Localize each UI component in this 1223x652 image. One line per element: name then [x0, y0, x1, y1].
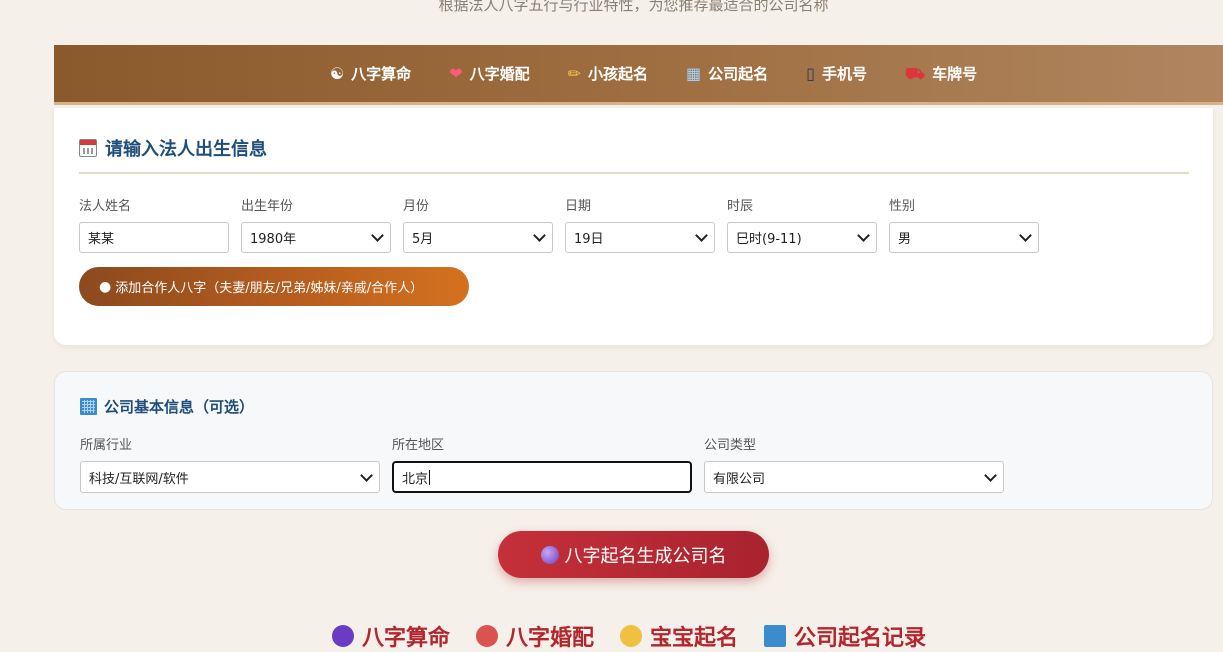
crystal-ball-icon [332, 625, 354, 647]
name-label: 法人姓名 [79, 199, 132, 214]
hour-label: 时辰 [727, 199, 754, 214]
phone-icon: ▯ [806, 63, 815, 83]
company-info-title: 公司基本信息（可选） [80, 396, 254, 417]
birth-info-title-text: 请输入法人出生信息 [105, 139, 267, 160]
hour-select[interactable]: 巳时(9-11) [727, 222, 877, 253]
bottom-nav-label: 八字算命 [362, 626, 451, 651]
page-subtitle: 根据法人八字五行与行业特性，为您推荐最适合的公司名称 [438, 0, 829, 14]
birth-info-card: 请输入法人出生信息 法人姓名 某某 出生年份 1980年 月份 5月 日期 19… [54, 108, 1213, 345]
company-info-card: 公司基本信息（可选） 所属行业 科技/互联网/软件 所在地区 北京 公司类型 有… [54, 371, 1213, 510]
bottom-nav-label: 宝宝起名 [650, 626, 739, 651]
chevron-down-icon [360, 468, 373, 482]
company-type-field: 公司类型 有限公司 [704, 434, 1004, 493]
gender-label: 性别 [889, 199, 916, 214]
region-field: 所在地区 北京 [392, 434, 692, 493]
building-icon [80, 398, 97, 415]
industry-select[interactable]: 科技/互联网/软件 [80, 461, 380, 493]
bottom-nav: 八字算命 八字婚配 宝宝起名 公司起名记录 [332, 620, 926, 652]
chevron-down-icon [695, 229, 708, 242]
nav-item-phone-number[interactable]: ▯ 手机号 [806, 63, 867, 84]
day-label: 日期 [565, 199, 592, 214]
month-select[interactable]: 5月 [403, 222, 553, 253]
calendar-icon [79, 139, 97, 157]
region-label: 所在地区 [392, 438, 445, 453]
text-caret [429, 469, 431, 485]
nav-label: 手机号 [821, 65, 867, 83]
nav-item-license-plate[interactable]: ⛟ 车牌号 [905, 63, 977, 84]
day-field: 日期 19日 [565, 195, 715, 253]
divider [79, 172, 1189, 174]
day-select[interactable]: 19日 [565, 222, 715, 253]
bottom-nav-baby-naming[interactable]: 宝宝起名 [620, 620, 738, 652]
company-info-title-text: 公司基本信息（可选） [104, 398, 255, 416]
company-type-select[interactable]: 有限公司 [704, 461, 1004, 493]
bottom-nav-label: 八字婚配 [506, 626, 595, 651]
nav-item-bazi-marriage[interactable]: ❤ 八字婚配 [449, 63, 529, 84]
add-partner-button[interactable]: ● 添加合作人八字（夫妻/朋友/兄弟/姊妹/亲戚/合作人） [79, 267, 469, 306]
nav-label: 八字婚配 [469, 65, 530, 83]
gender-select[interactable]: 男 [889, 222, 1039, 253]
chevron-down-icon [857, 229, 870, 242]
pencil-icon: ✏ [567, 63, 582, 83]
year-label: 出生年份 [241, 199, 294, 214]
region-input[interactable]: 北京 [392, 461, 692, 493]
chevron-down-icon [984, 468, 997, 482]
baby-icon [620, 625, 643, 647]
name-field: 法人姓名 某某 [79, 195, 229, 253]
add-partner-label: 添加合作人八字（夫妻/朋友/兄弟/姊妹/亲戚/合作人） [115, 281, 424, 296]
nav-item-child-naming[interactable]: ✏ 小孩起名 [568, 63, 648, 84]
nav-label: 八字算命 [351, 65, 412, 83]
birth-info-title: 请输入法人出生信息 [79, 135, 267, 161]
heart-icon: ❤ [449, 63, 463, 83]
chevron-down-icon [371, 229, 384, 242]
month-field: 月份 5月 [403, 195, 553, 253]
nav-label: 车牌号 [932, 65, 978, 83]
company-type-label: 公司类型 [704, 438, 757, 453]
bottom-nav-bazi-marriage[interactable]: 八字婚配 [476, 620, 594, 652]
industry-field: 所属行业 科技/互联网/软件 [80, 434, 380, 493]
industry-label: 所属行业 [80, 438, 133, 453]
hour-field: 时辰 巳时(9-11) [727, 195, 877, 253]
crystal-ball-icon [540, 545, 559, 564]
nav-item-bazi-fortune[interactable]: ☯ 八字算命 [330, 63, 411, 84]
bottom-nav-company-records[interactable]: 公司起名记录 [764, 620, 926, 652]
gender-field: 性别 男 [889, 195, 1039, 253]
building-icon [764, 625, 787, 647]
chevron-down-icon [1019, 229, 1032, 242]
couple-icon [476, 625, 499, 647]
year-field: 出生年份 1980年 [241, 195, 391, 253]
bottom-nav-label: 公司起名记录 [794, 626, 927, 651]
people-icon: ● [99, 278, 112, 295]
generate-label: 八字起名生成公司名 [564, 545, 727, 567]
month-label: 月份 [403, 199, 430, 214]
building-icon: ▦ [686, 63, 702, 83]
bottom-nav-bazi-fortune[interactable]: 八字算命 [332, 620, 450, 652]
yin-yang-icon: ☯ [329, 63, 345, 83]
car-icon: ⛟ [905, 63, 926, 83]
nav-item-company-naming[interactable]: ▦ 公司起名 [686, 63, 768, 84]
generate-company-name-button[interactable]: 八字起名生成公司名 [498, 531, 769, 578]
chevron-down-icon [533, 229, 546, 242]
nav-label: 公司起名 [708, 65, 769, 83]
name-input[interactable]: 某某 [79, 222, 229, 253]
top-nav: ☯ 八字算命 ❤ 八字婚配 ✏ 小孩起名 ▦ 公司起名 ▯ 手机号 ⛟ 车牌号 [54, 45, 1223, 105]
nav-label: 小孩起名 [588, 65, 649, 83]
year-select[interactable]: 1980年 [241, 222, 391, 253]
